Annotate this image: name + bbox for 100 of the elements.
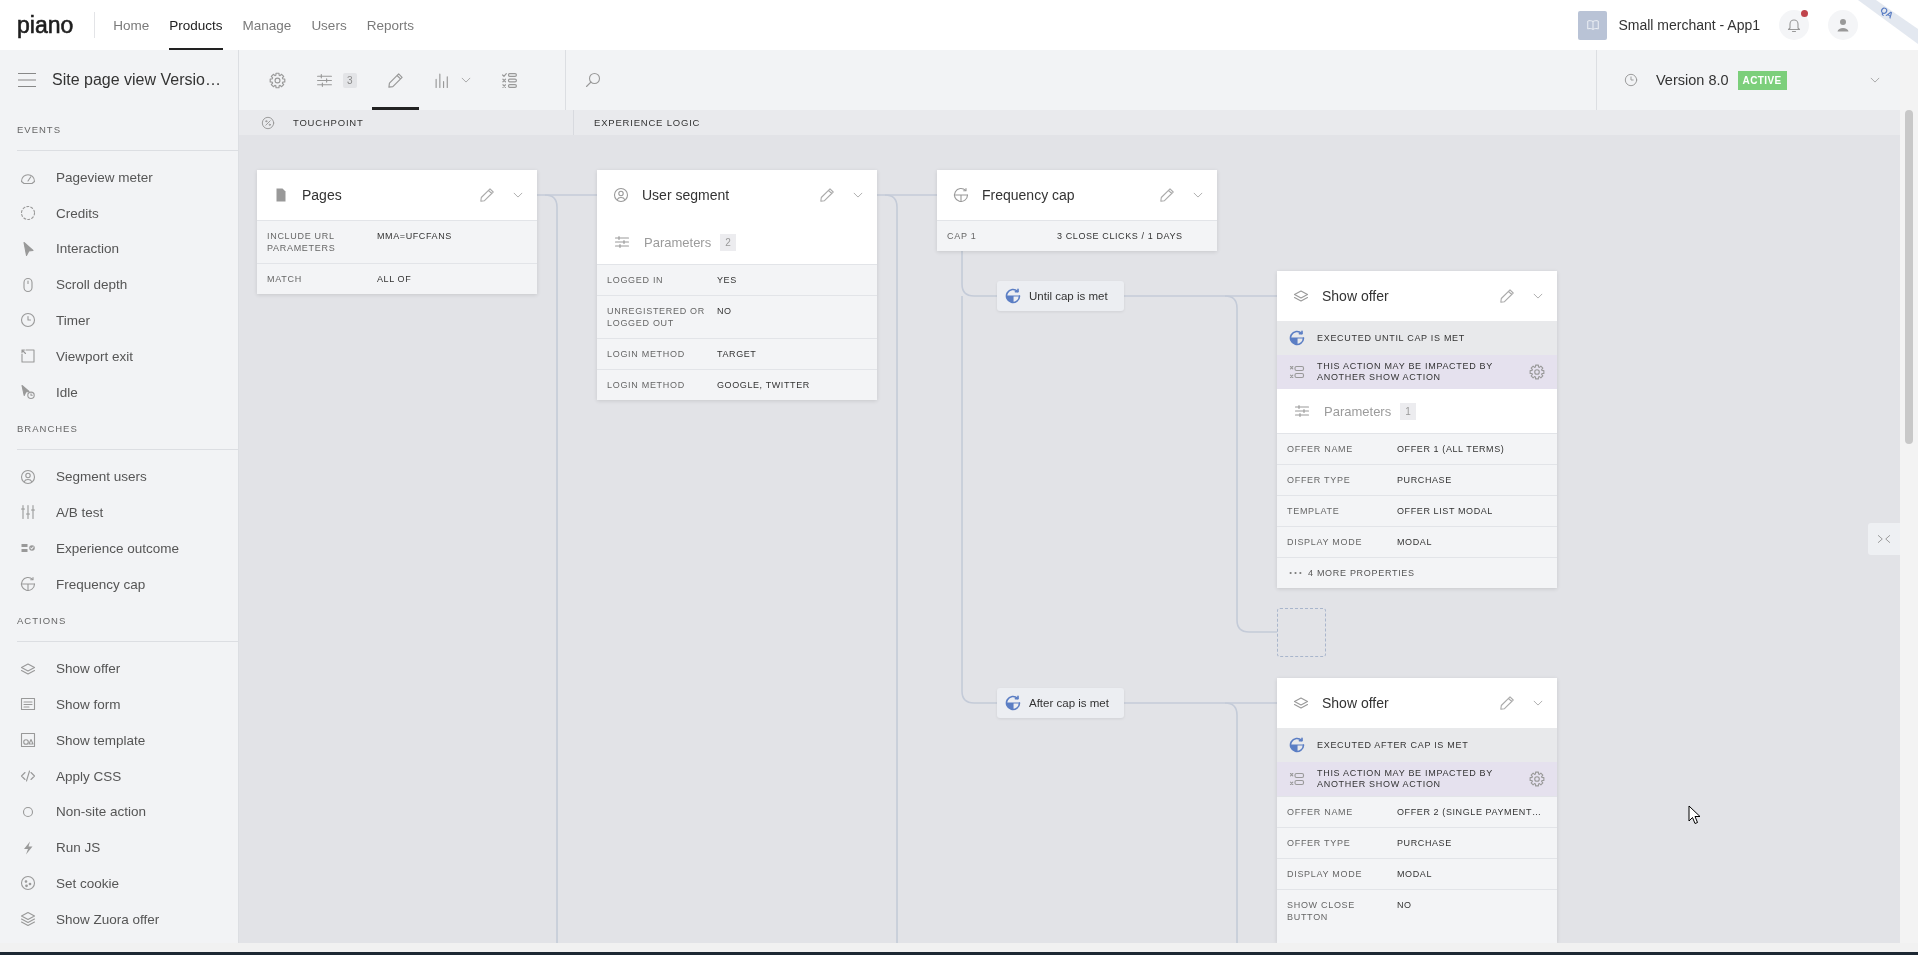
property-value: NO <box>1397 899 1412 912</box>
person-icon <box>1835 17 1851 33</box>
branch-label: Until cap is met <box>1029 290 1108 302</box>
palette-item[interactable]: A/B test <box>0 494 238 531</box>
node-title: Show offer <box>1322 288 1390 304</box>
status-text: EXECUTED AFTER CAP IS MET <box>1317 739 1469 751</box>
ellipsis-icon <box>1289 571 1302 575</box>
property-value: OFFER 1 (ALL TERMS) <box>1397 443 1505 455</box>
caret-down-icon[interactable] <box>1870 77 1880 83</box>
half-filled-refresh-icon <box>1005 288 1021 304</box>
palette-item[interactable]: Pageview meter <box>0 159 238 196</box>
palette-item[interactable]: Run JS <box>0 829 238 866</box>
pencil-icon[interactable] <box>1499 288 1515 304</box>
palette-item[interactable]: Segment users <box>0 458 238 495</box>
more-properties-button[interactable]: 4 MORE PROPERTIES <box>1277 557 1557 588</box>
property-label: INCLUDE URL PARAMETERS <box>267 230 337 254</box>
notice-text: THIS ACTION MAY BE IMPACTED BY ANOTHER SHOW ACTION <box>1317 768 1494 790</box>
status-badge: ACTIVE <box>1737 70 1787 90</box>
caret-down-icon[interactable] <box>853 192 863 198</box>
pencil-icon[interactable] <box>1499 695 1515 711</box>
form-icon <box>20 696 36 713</box>
pencil-icon[interactable] <box>1159 187 1175 203</box>
palette-item[interactable]: Apply CSS <box>0 758 238 794</box>
property-label: DISPLAY MODE <box>1287 536 1364 548</box>
property-value: YES <box>717 274 737 286</box>
pencil-icon[interactable] <box>479 187 495 203</box>
property-label: LOGIN METHOD <box>607 348 686 360</box>
dotted-circle-icon <box>20 205 36 222</box>
caret-down-icon[interactable] <box>513 192 523 198</box>
palette-item[interactable]: Frequency cap <box>0 566 238 602</box>
property-value: MODAL <box>1397 536 1432 548</box>
clock-icon <box>20 312 36 329</box>
property-label: UNREGISTERED OR LOGGED OUT <box>607 305 706 329</box>
sliders-icon <box>316 71 333 89</box>
sliders-icon <box>20 504 36 521</box>
logo-wordmark: piano <box>17 13 74 37</box>
gear-icon[interactable] <box>1529 771 1545 787</box>
nav-link[interactable]: Users <box>311 0 347 50</box>
property-value: PURCHASE <box>1397 837 1452 849</box>
book-icon <box>1578 10 1608 40</box>
property-label: SHOW CLOSE BUTTON <box>1287 899 1356 923</box>
account-switcher[interactable]: Small merchant - App1 <box>1578 10 1760 40</box>
user-circle-icon <box>613 187 629 203</box>
bell-icon <box>1786 17 1802 33</box>
menu-button[interactable] <box>17 72 37 88</box>
palette-item[interactable]: Idle <box>0 374 238 410</box>
column-heading: EXPERIENCE LOGIC <box>594 117 701 128</box>
palette-item[interactable]: Interaction <box>0 231 238 267</box>
half-filled-refresh-icon <box>1005 695 1021 711</box>
nav-link[interactable]: Manage <box>242 0 292 50</box>
nav-link[interactable]: Home <box>113 0 150 50</box>
property-value: TARGET <box>717 348 757 360</box>
property-value: 3 CLOSE CLICKS / 1 DAYS <box>1057 230 1183 242</box>
palette-item[interactable]: Non-site action <box>0 793 238 830</box>
mouse-pointer-icon <box>1688 805 1701 825</box>
caret-down-icon[interactable] <box>1533 293 1543 299</box>
user-menu-button[interactable] <box>1828 10 1858 40</box>
parameters-label: Parameters <box>1324 403 1392 419</box>
scrollbar-thumb[interactable] <box>1905 110 1913 444</box>
half-filled-refresh-icon <box>1289 330 1305 346</box>
cursor-clock-icon <box>20 384 36 401</box>
collapse-panel-button[interactable] <box>1868 523 1900 555</box>
column-heading: TOUCHPOINT <box>293 117 364 128</box>
pencil-icon <box>386 71 404 89</box>
layers-icon <box>1293 695 1309 711</box>
palette-item[interactable]: Scroll depth <box>0 266 238 303</box>
gear-icon[interactable] <box>1529 364 1545 380</box>
palette-item[interactable]: Experience outcome <box>0 530 238 567</box>
node-title: Frequency cap <box>982 187 1076 203</box>
node-title: Pages <box>302 187 343 203</box>
sliders-icon <box>614 234 630 250</box>
palette-item[interactable]: Show template <box>0 722 238 759</box>
palette-item[interactable]: Show form <box>0 686 238 723</box>
code-icon <box>20 768 36 785</box>
list-x-icon <box>1289 364 1305 380</box>
nav-link[interactable]: Reports <box>366 0 414 50</box>
half-filled-refresh-icon <box>1289 737 1305 753</box>
inward-arrows-icon <box>1877 532 1891 546</box>
cookie-icon <box>20 875 36 892</box>
property-label: OFFER NAME <box>1287 443 1354 455</box>
parameters-label: Parameters <box>644 234 712 250</box>
property-label: CAP 1 <box>947 230 978 242</box>
count-badge: 3 <box>343 72 357 88</box>
palette-item[interactable]: Show Zuora offer <box>0 901 238 938</box>
pencil-icon[interactable] <box>819 187 835 203</box>
property-value: MODAL <box>1397 868 1432 880</box>
notifications-button[interactable] <box>1779 10 1809 40</box>
count-badge: 2 <box>720 233 736 251</box>
property-label: MATCH <box>267 273 303 285</box>
palette-item[interactable]: Set cookie <box>0 865 238 902</box>
percent-circle-icon <box>261 115 275 130</box>
palette-item[interactable]: Timer <box>0 302 238 339</box>
caret-down-icon[interactable] <box>1193 192 1203 198</box>
palette-item[interactable]: Show offer <box>0 650 238 687</box>
gear-icon <box>269 71 286 89</box>
palette-item[interactable]: Credits <box>0 195 238 231</box>
cursor-icon <box>20 240 36 257</box>
section-heading: BRANCHES <box>16 421 79 436</box>
caret-down-icon[interactable] <box>1533 700 1543 706</box>
palette-item[interactable]: Viewport exit <box>0 338 238 375</box>
